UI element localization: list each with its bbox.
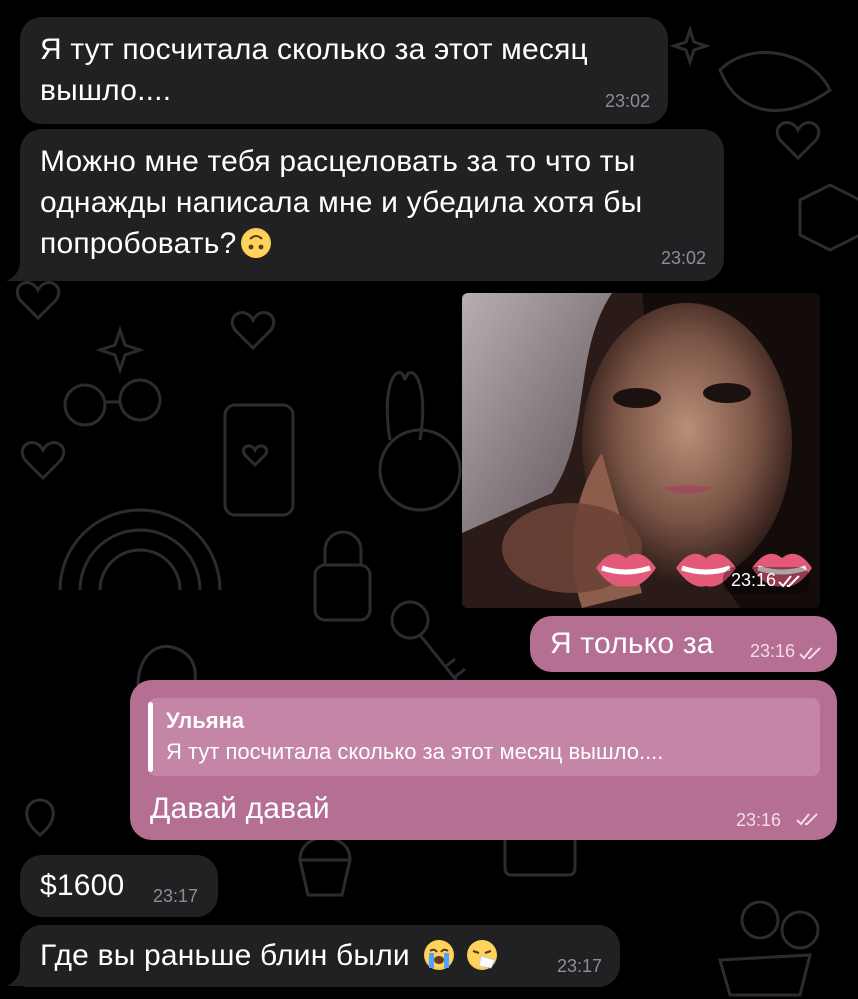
reply-author: Ульяна [166, 708, 245, 733]
message-text: Я только за [550, 627, 714, 660]
doodle-mask-icon [718, 51, 832, 112]
doodle-cupcake-icon [298, 836, 352, 897]
doodle-rainbow-icon [58, 508, 222, 591]
incoming-message[interactable]: $1600 23:17 [20, 855, 218, 917]
doodle-glasses-icon [63, 378, 162, 427]
doodle-sparkle-icon [669, 25, 711, 67]
upside-down-face-emoji [240, 228, 271, 258]
double-check-icon [778, 574, 800, 587]
bubble-tail [6, 262, 28, 281]
doodle-bunny-icon [378, 371, 462, 512]
incoming-message[interactable]: Можно мне тебя расцеловать за то что ты … [20, 129, 724, 281]
double-check-icon [799, 647, 821, 660]
reply-quote[interactable]: Ульяна Я тут посчитала сколько за этот м… [148, 698, 820, 776]
message-time: 23:17 [152, 886, 198, 906]
double-check-icon [796, 813, 818, 826]
doodle-sparkle-icon [95, 325, 145, 375]
doodle-heart-icon [775, 121, 821, 161]
message-text: $1600 [40, 869, 125, 902]
message-text: Я тут посчитала сколько за этот месяц вы… [40, 33, 588, 107]
message-time: 23:02 [660, 248, 706, 268]
sneezing-face-emoji [466, 940, 497, 970]
doodle-cube-icon [798, 183, 858, 252]
photo-time-badge: 23:16 [722, 567, 810, 594]
message-time: 23:16 [730, 570, 776, 590]
doodle-flower-icon [718, 900, 820, 997]
message-time: 23:17 [556, 956, 602, 976]
message-time: 23:16 [736, 810, 782, 830]
reply-text: Я тут посчитала сколько за этот месяц вы… [166, 739, 664, 764]
outgoing-message[interactable]: Я только за 23:16 [530, 616, 837, 672]
doodle-phone-icon [223, 403, 295, 517]
incoming-message[interactable]: Где вы раньше блин были 23:17 [20, 925, 620, 987]
doodle-key-icon [390, 600, 466, 686]
doodle-heart-icon [15, 281, 61, 321]
loudly-crying-face-emoji [424, 940, 455, 970]
lips-emoji [596, 553, 656, 587]
reply-accent-bar [148, 702, 153, 772]
message-text: Давай давай [150, 792, 330, 825]
doodle-heart-icon [230, 311, 276, 351]
doodle-lock-icon [313, 530, 372, 622]
doodle-heart-icon [20, 441, 66, 481]
message-text: Где вы раньше блин были [40, 935, 497, 976]
incoming-message[interactable]: Я тут посчитала сколько за этот месяц вы… [20, 17, 668, 124]
photo-message[interactable]: 23:16 [462, 293, 820, 608]
message-text: Можно мне тебя расцеловать за то что ты … [40, 145, 643, 260]
message-time: 23:02 [604, 91, 650, 111]
doodle-strawberry-icon [25, 798, 55, 837]
bubble-tail [6, 967, 28, 986]
message-time: 23:16 [749, 641, 795, 661]
